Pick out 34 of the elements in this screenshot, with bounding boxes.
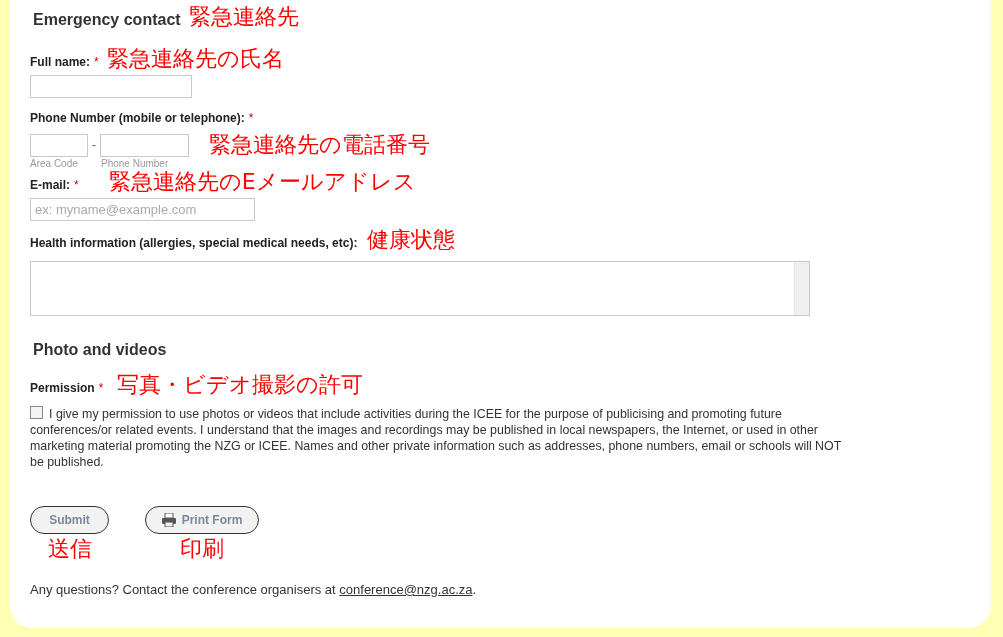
field-label: Phone Number (mobile or telephone): * [30,110,254,126]
full-name-field[interactable] [30,75,192,98]
field-label: Health information (allergies, special medical needs, etc): [30,235,358,251]
submit-button[interactable]: Submit [30,506,109,534]
annotation: 緊急連絡先のEメールアドレス [108,169,416,195]
phone-number-field[interactable] [100,133,189,157]
required-mark: * [74,178,79,192]
section-title: Photo and videos [33,340,167,360]
area-code-field[interactable] [30,133,88,157]
field-label: E-mail: * [30,177,79,193]
annotation: 緊急連絡先 [188,4,299,30]
field-hint: Area Code [30,158,79,169]
required-mark: * [94,55,99,69]
separator: - [92,138,96,152]
field-label: Permission * [30,380,104,396]
required-mark: * [248,111,254,125]
contact-text: Any questions? Contact the conference organisers at conference@nzg.ac.za. [30,582,477,597]
email-field[interactable]: ex: myname@example.com [30,198,255,221]
health-info-field[interactable] [30,261,810,316]
annotation: 緊急連絡先の氏名 [106,46,284,72]
field-hint: Phone Number [101,158,170,169]
permission-checkbox[interactable] [30,406,43,419]
annotation: 印刷 [180,536,224,562]
annotation: 送信 [47,536,92,562]
scrollbar[interactable] [794,262,809,315]
required-mark: * [98,381,104,395]
annotation: 写真・ビデオ撮影の許可 [117,372,364,398]
field-label: Full name: * [30,54,99,70]
printer-icon [161,513,176,527]
annotation: 緊急連絡先の電話番号 [209,132,430,158]
annotation: 健康状態 [367,227,456,253]
permission-text: I give my permission to use photos or videos that include activities during the ICEE for the purpose of publicising and promoting future conferences/or related events. I understand that the images and recordings may be published in local newspapers, the Internet, or used in other marketing material promoting the NZG or ICEE. Names and other private information such as addresses, phone numbers, email or schools will NOT be published. [30,406,843,470]
section-title: Emergency contact [33,10,181,30]
print-form-button[interactable]: Print Form [145,506,259,534]
